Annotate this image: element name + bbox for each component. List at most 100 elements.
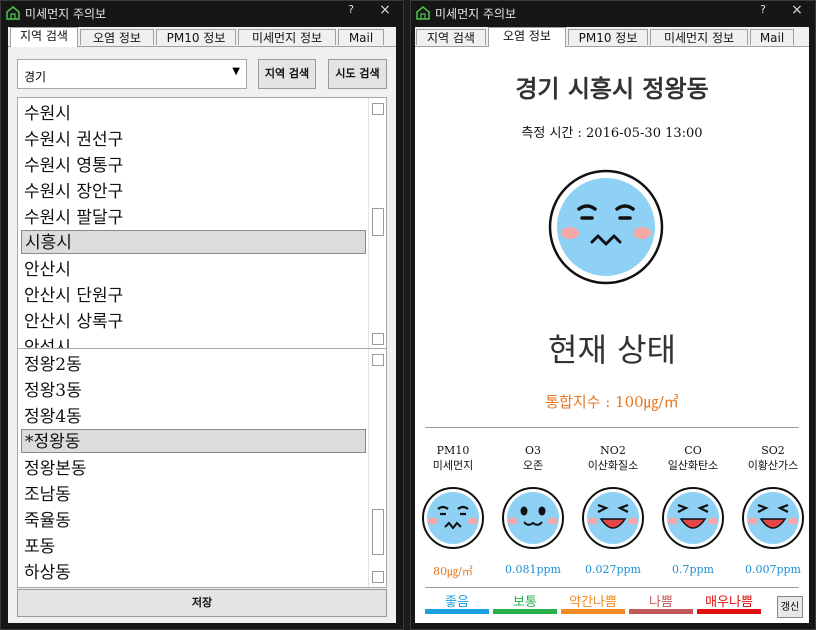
scroll-thumb[interactable] (372, 208, 384, 236)
pollution-info-page: 경기 시흥시 정왕동 측정 시간 : 2016-05-30 13:00 현재 상… (415, 47, 809, 623)
legend-label: 보통 (513, 595, 537, 610)
city-listbox[interactable]: 수원시 수원시 권선구 수원시 영통구 수원시 장안구 수원시 팔달구 시흥시 … (17, 97, 387, 349)
pollutant-no2-label: NO2 이산화질소 (577, 443, 649, 473)
legend-good: 좋음 (424, 591, 490, 614)
pollutant-code: CO (684, 444, 702, 457)
scroll-up-button[interactable] (372, 103, 384, 115)
pollutant-code: NO2 (600, 444, 626, 457)
dong-item[interactable]: 하상동 (21, 561, 366, 585)
city-item-selected[interactable]: 시흥시 (21, 230, 366, 254)
city-item[interactable]: 수원시 장안구 (21, 180, 366, 204)
client-area: 지역 검색 오염 정보 PM10 정보 미세먼지 정보 Mail 경기 시흥시 … (415, 27, 809, 623)
region-select-value: 경기 (24, 70, 47, 84)
city-item[interactable]: 수원시 (21, 102, 366, 126)
pollutant-name: 오존 (522, 459, 544, 472)
legend-bad: 나쁨 (628, 591, 694, 614)
dong-item[interactable]: 정왕3동 (21, 379, 366, 403)
tab-pollution-info[interactable]: 오염 정보 (488, 27, 566, 47)
dong-item[interactable]: 죽율동 (21, 509, 366, 533)
pollutant-o3-value: 0.081ppm (504, 563, 561, 576)
scroll-down-button[interactable] (372, 571, 384, 583)
calm-face-icon (502, 487, 564, 549)
status-title: 현재 상태 (548, 331, 676, 369)
pollutant-co-value: 0.7ppm (671, 563, 714, 576)
pollutant-code: SO2 (761, 444, 785, 457)
scroll-up-button[interactable] (372, 354, 384, 366)
pollutant-name: 일산화탄소 (667, 459, 719, 472)
happy-face-icon (582, 487, 644, 549)
city-item[interactable]: 안산시 (21, 258, 366, 282)
dong-item[interactable]: 포동 (21, 535, 366, 559)
pollutant-pm10-label: PM10 미세먼지 (417, 443, 489, 473)
refresh-button[interactable]: 갱신 (777, 596, 803, 618)
pollutant-code: PM10 (436, 444, 470, 457)
tab-fine-dust-info[interactable]: 미세먼지 정보 (238, 29, 336, 45)
scroll-thumb[interactable] (372, 509, 384, 555)
save-button[interactable]: 저장 (17, 589, 387, 617)
city-search-button[interactable]: 시도 검색 (328, 59, 387, 89)
help-button[interactable]: ? (755, 3, 771, 16)
tab-fine-dust-info[interactable]: 미세먼지 정보 (650, 29, 748, 45)
pollutant-name: 이황산가스 (747, 459, 799, 472)
close-button[interactable]: × (789, 2, 805, 18)
pollutant-pm10-value: 80㎍/㎥ (433, 565, 473, 578)
app-icon (416, 6, 430, 20)
dong-item[interactable]: 정왕4동 (21, 405, 366, 429)
pollutant-code: O3 (524, 444, 542, 457)
pollutant-so2-value: 0.007ppm (744, 563, 801, 576)
tab-mail[interactable]: Mail (750, 29, 794, 45)
window-title: 미세먼지 주의보 (25, 7, 107, 21)
city-item[interactable]: 안산시 상록구 (21, 310, 366, 334)
chevron-down-icon: ▼ (232, 66, 240, 77)
legend-slightly-bad: 약간나쁨 (560, 591, 626, 614)
city-item[interactable]: 수원시 권선구 (21, 128, 366, 152)
tab-region-search[interactable]: 지역 검색 (416, 29, 486, 45)
tab-bar: 지역 검색 오염 정보 PM10 정보 미세먼지 정보 Mail (8, 27, 396, 47)
city-item[interactable]: 수원시 영통구 (21, 154, 366, 178)
pollutant-o3-label: O3 오존 (497, 443, 569, 473)
region-search-button[interactable]: 지역 검색 (258, 59, 316, 89)
legend-normal: 보통 (492, 591, 558, 614)
tab-mail[interactable]: Mail (338, 29, 384, 45)
location-title: 경기 시흥시 정왕동 (515, 75, 709, 103)
dong-item[interactable]: 정왕2동 (21, 353, 366, 377)
dong-item[interactable]: 정왕본동 (21, 457, 366, 481)
legend-label: 매우나쁨 (705, 595, 753, 610)
integrated-index: 통합지수 : 100㎍/㎥ (545, 393, 679, 411)
dong-listbox[interactable]: 정왕2동 정왕3동 정왕4동 *정왕동 정왕본동 조남동 죽율동 포동 하상동 (17, 348, 387, 588)
tab-pm10-info[interactable]: PM10 정보 (568, 29, 648, 45)
pollutant-so2-label: SO2 이황산가스 (737, 443, 809, 473)
region-select[interactable]: 경기 ▼ (17, 59, 247, 89)
pollutant-no2-value: 0.027ppm (584, 563, 641, 576)
region-search-page: 경기 ▼ 지역 검색 시도 검색 수원시 수원시 권선구 수원시 영통구 수원시… (8, 47, 396, 623)
app-icon (6, 6, 20, 20)
measure-time: 측정 시간 : 2016-05-30 13:00 (521, 126, 703, 141)
city-item[interactable]: 수원시 팔달구 (21, 206, 366, 230)
divider (425, 587, 799, 588)
pollution-window: 미세먼지 주의보 ? × 지역 검색 오염 정보 PM10 정보 미세먼지 정보… (410, 0, 816, 630)
dong-item-selected[interactable]: *정왕동 (21, 429, 366, 453)
city-scrollbar[interactable] (368, 98, 386, 348)
pollutant-name: 미세먼지 (432, 459, 474, 472)
help-button[interactable]: ? (343, 3, 359, 16)
legend-label: 나쁨 (649, 595, 673, 610)
scroll-down-button[interactable] (372, 333, 384, 345)
pollutant-name: 이산화질소 (587, 459, 639, 472)
legend-very-bad: 매우나쁨 (696, 591, 762, 614)
tab-bar: 지역 검색 오염 정보 PM10 정보 미세먼지 정보 Mail (415, 27, 809, 47)
divider (425, 427, 799, 428)
tab-pm10-info[interactable]: PM10 정보 (156, 29, 236, 45)
tab-pollution-info[interactable]: 오염 정보 (80, 29, 154, 45)
happy-face-icon (662, 487, 724, 549)
window-title: 미세먼지 주의보 (435, 7, 517, 21)
search-window: 미세먼지 주의보 ? × 지역 검색 오염 정보 PM10 정보 미세먼지 정보… (0, 0, 404, 630)
tab-region-search[interactable]: 지역 검색 (10, 27, 78, 47)
dong-item[interactable]: 조남동 (21, 483, 366, 507)
dong-scrollbar[interactable] (368, 349, 386, 587)
client-area: 지역 검색 오염 정보 PM10 정보 미세먼지 정보 Mail 경기 ▼ 지역… (8, 27, 396, 623)
legend-label: 약간나쁨 (569, 595, 617, 610)
close-button[interactable]: × (377, 2, 393, 18)
title-bar: 미세먼지 주의보 ? × (1, 1, 403, 25)
city-item[interactable]: 안산시 단원구 (21, 284, 366, 308)
moderate-face-icon (422, 487, 484, 549)
